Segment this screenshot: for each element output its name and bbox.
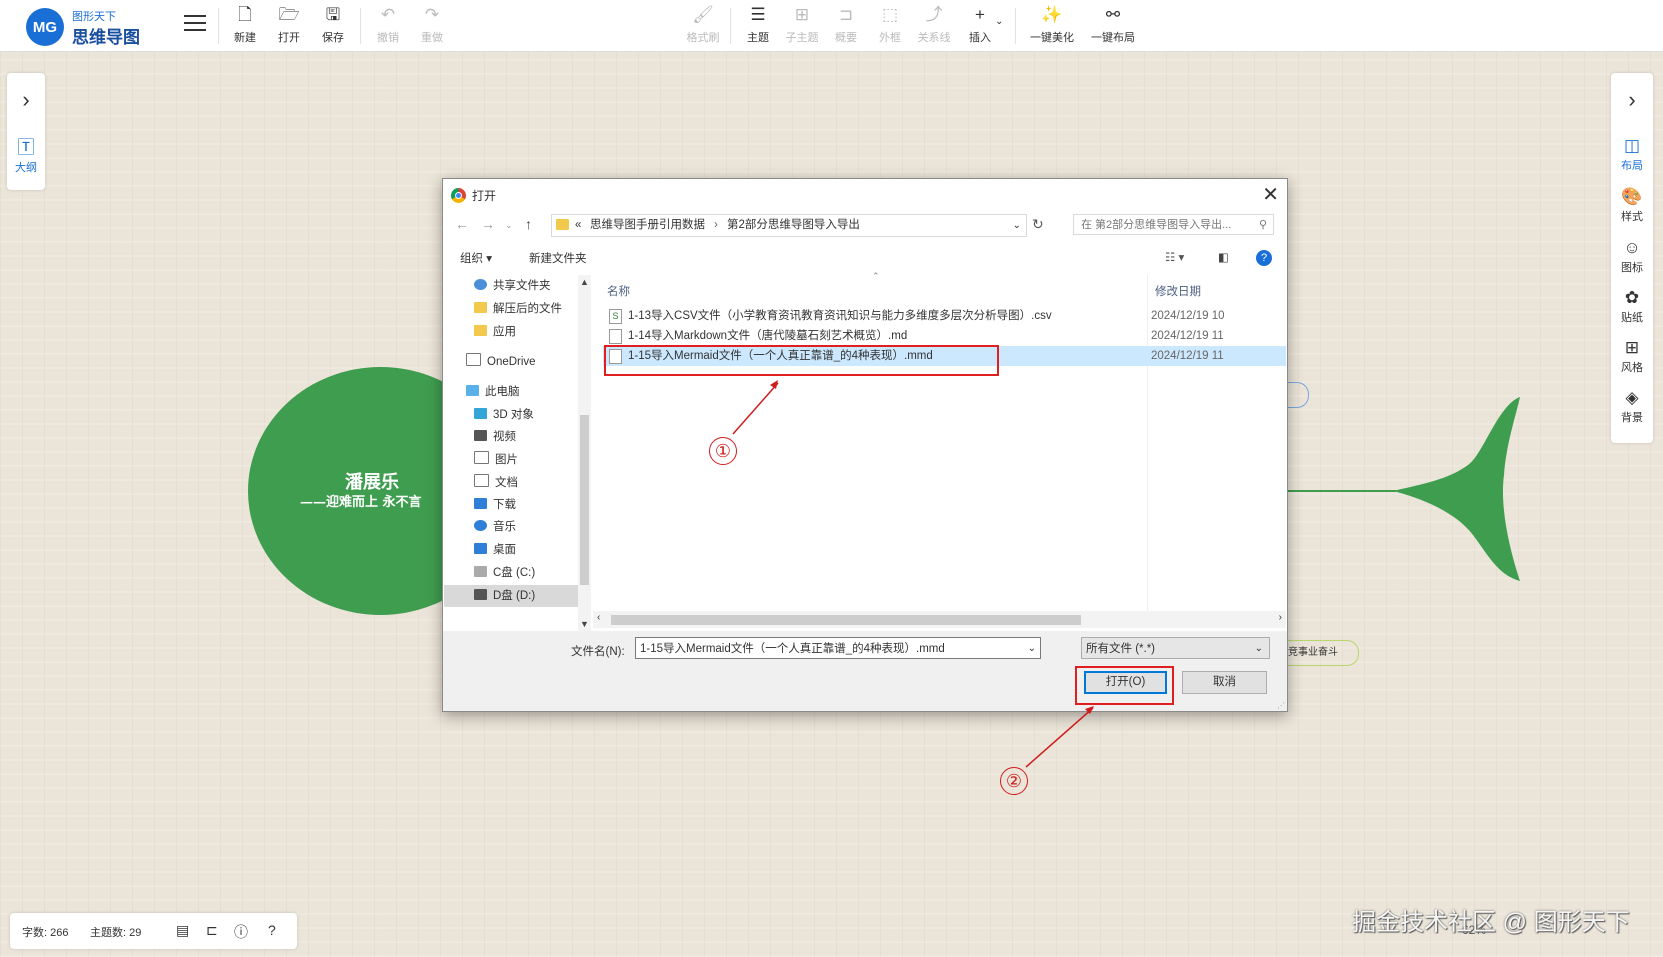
annotation-arrows [732,380,1094,768]
annotation-step-2: ② [1000,767,1028,795]
annotation-step-1: ① [709,437,737,465]
